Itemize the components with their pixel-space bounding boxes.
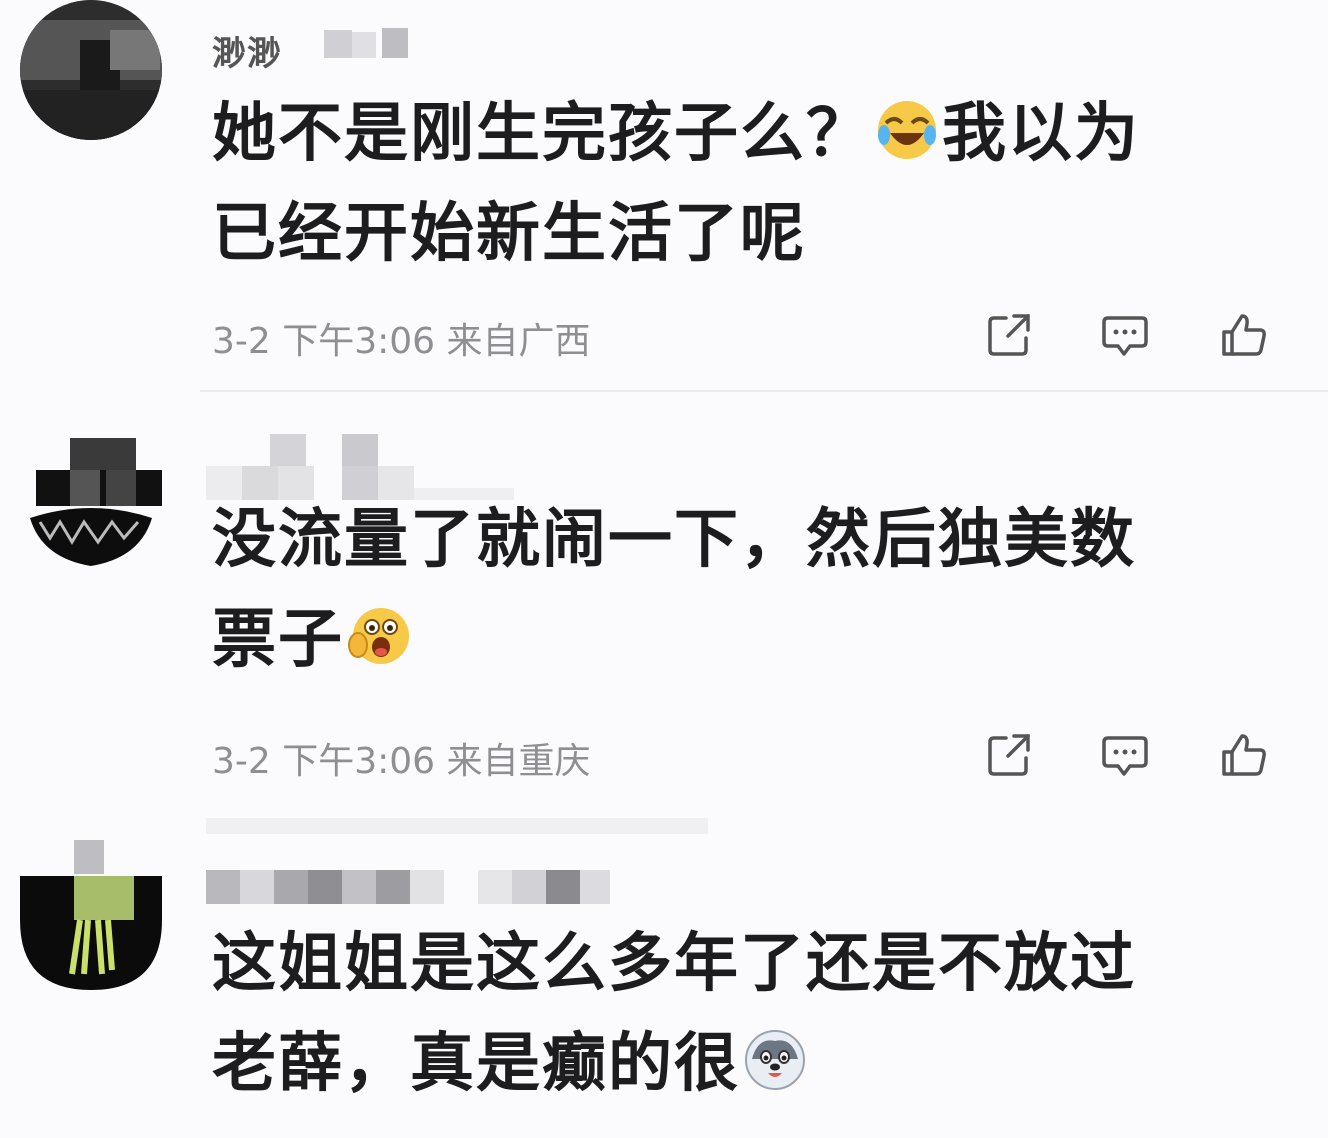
username-mosaic	[512, 870, 546, 904]
comment-bubble-icon[interactable]	[1100, 730, 1150, 780]
username-mosaic	[270, 434, 306, 466]
username-mosaic	[308, 870, 342, 904]
username-mosaic	[342, 870, 376, 904]
username-mosaic	[382, 28, 408, 58]
avatar-image	[20, 0, 162, 140]
username[interactable]: 渺渺	[212, 26, 408, 74]
laugh-cry-emoji	[876, 90, 938, 159]
excited-face-emoji	[348, 596, 410, 664]
avatar[interactable]	[20, 438, 162, 580]
username-mosaic	[352, 32, 376, 58]
comment-item: 这姐姐是这么多年了还是不放过 老薛，真是癫的很	[0, 836, 1328, 1138]
comment-item: 没流量了就闹一下，然后独美数 票子 3-2 下午3:06 来自重庆	[0, 392, 1328, 812]
username-mosaic	[546, 870, 580, 904]
avatar-image	[20, 840, 162, 990]
comment-actions	[980, 310, 1280, 360]
username-mosaic	[342, 434, 378, 466]
username-mosaic	[376, 870, 410, 904]
thumb-up-icon[interactable]	[1218, 310, 1268, 360]
avatar-image	[30, 438, 162, 566]
username-mosaic	[324, 30, 352, 58]
share-icon[interactable]	[984, 310, 1034, 360]
username-mosaic	[240, 870, 274, 904]
username-mosaic	[580, 870, 610, 904]
username-mosaic	[206, 870, 240, 904]
username-mosaic	[410, 870, 444, 904]
divider	[206, 818, 708, 834]
avatar[interactable]	[20, 0, 162, 140]
comment-meta: 3-2 下午3:06 来自广西	[212, 321, 591, 362]
comment-text: 这姐姐是这么多年了还是不放过 老薛，真是癫的很	[212, 927, 1136, 1101]
share-icon[interactable]	[984, 730, 1034, 780]
comment-text: 她不是刚生完孩子么？ 我以为 已经开始新生活了呢	[212, 84, 1292, 284]
comment-item: 渺渺 她不是刚生完孩子么？ 我以为 已经开始新生活了呢 3-2 下午3:06 来…	[0, 0, 1328, 390]
username-mosaic	[478, 870, 512, 904]
thumb-up-icon[interactable]	[1218, 730, 1268, 780]
comment-meta: 3-2 下午3:06 来自重庆	[212, 741, 591, 782]
avatar[interactable]	[20, 840, 162, 990]
husky-face-emoji	[744, 1020, 806, 1090]
comment-text: 没流量了就闹一下，然后独美数 票子	[212, 503, 1136, 677]
username[interactable]	[206, 870, 610, 906]
username-mosaic	[274, 870, 308, 904]
comment-bubble-icon[interactable]	[1100, 310, 1150, 360]
comment-actions	[980, 730, 1280, 780]
